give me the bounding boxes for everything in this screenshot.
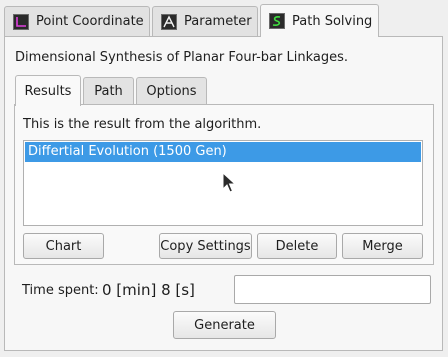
tab-path[interactable]: Path (83, 77, 134, 105)
time-spent-value: 0 [min] 8 [s] (102, 281, 195, 299)
mouse-cursor-icon (222, 172, 236, 193)
generate-button[interactable]: Generate (173, 311, 276, 339)
merge-button-label: Merge (362, 238, 403, 254)
description-text: Dimensional Synthesis of Planar Four-bar… (15, 50, 349, 65)
merge-button[interactable]: Merge (342, 233, 423, 259)
tab-label: Path (94, 84, 123, 99)
time-text-field[interactable] (234, 275, 431, 304)
parameter-icon (161, 13, 177, 30)
path-solving-icon (269, 13, 285, 29)
delete-button[interactable]: Delete (257, 233, 337, 259)
tab-parameter[interactable]: Parameter (152, 6, 258, 36)
generate-button-label: Generate (194, 317, 255, 333)
delete-button-label: Delete (275, 238, 319, 254)
time-spent-label: Time spent: (22, 283, 99, 298)
chart-button-label: Chart (45, 238, 82, 254)
tab-options[interactable]: Options (136, 77, 207, 105)
copy-settings-button[interactable]: Copy Settings (159, 233, 252, 259)
chart-button[interactable]: Chart (23, 233, 104, 259)
tab-label: Results (24, 83, 72, 99)
tab-label: Path Solving (292, 13, 373, 29)
point-coordinate-icon (13, 13, 29, 30)
tab-path-solving[interactable]: Path Solving (260, 4, 379, 37)
tab-label: Parameter (184, 14, 252, 29)
results-info: This is the result from the algorithm. (23, 117, 262, 132)
copy-settings-button-label: Copy Settings (160, 238, 251, 254)
tab-label: Point Coordinate (36, 14, 144, 29)
tab-results[interactable]: Results (15, 75, 81, 106)
list-item[interactable]: Differtial Evolution (1500 Gen) (25, 142, 421, 162)
tab-label: Options (146, 84, 197, 99)
tab-point-coordinate[interactable]: Point Coordinate (4, 6, 150, 36)
